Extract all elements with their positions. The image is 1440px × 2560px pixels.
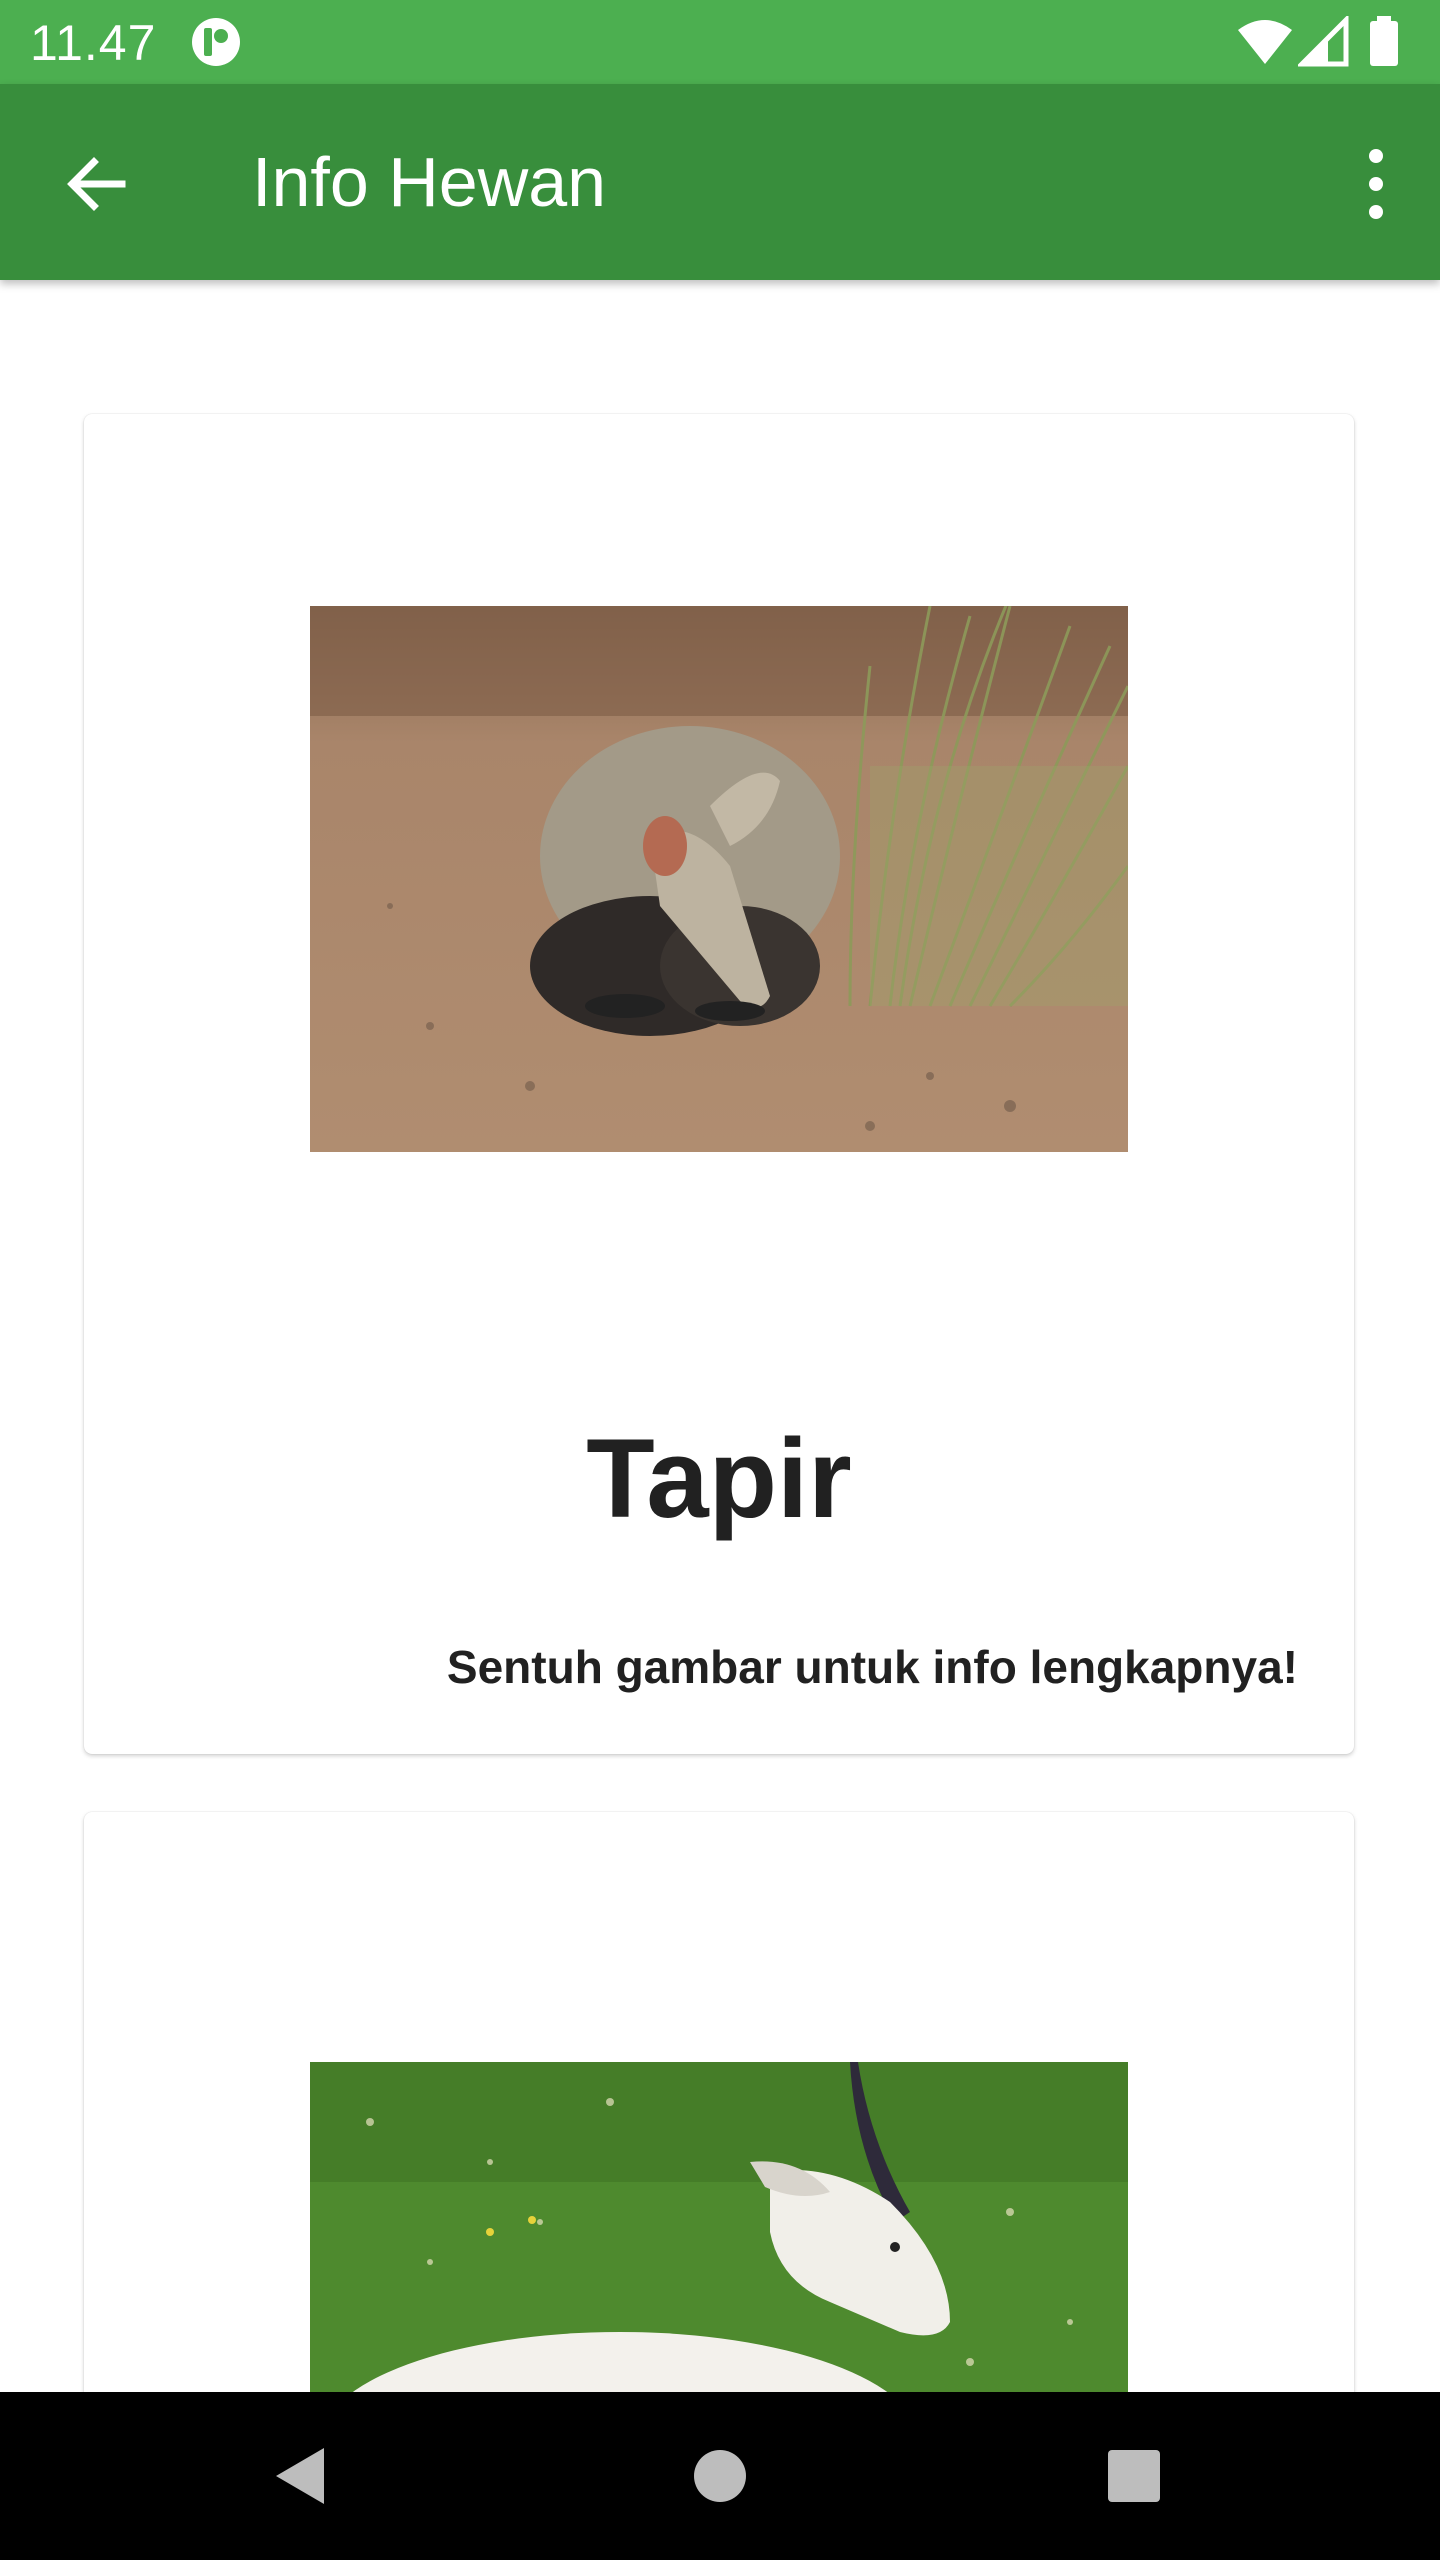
card-hint: Sentuh gambar untuk info lengkapnya! [446,1641,1298,1693]
animal-card[interactable]: Tapir Sentuh gambar untuk info lengkapny… [84,414,1354,1754]
status-bar: 11.47 [0,0,1440,84]
cell-signal-icon [1298,16,1349,67]
battery-icon [1370,16,1398,66]
animal-image[interactable] [310,606,1128,1152]
nav-recents-icon[interactable] [1094,2436,1174,2516]
status-icons [1236,16,1416,68]
nav-back-icon[interactable] [260,2436,340,2516]
nav-home-icon[interactable] [680,2436,760,2516]
more-vert-icon[interactable] [1352,142,1400,226]
status-time: 11.47 [30,15,157,71]
app-notification-icon [192,18,240,66]
arrow-back-icon[interactable] [56,144,136,224]
navigation-bar [0,2392,1440,2560]
page-title: Info Hewan [252,143,607,221]
app-bar: Info Hewan [0,84,1440,280]
animal-name: Tapir [586,1416,852,1541]
wifi-icon [1238,20,1292,64]
